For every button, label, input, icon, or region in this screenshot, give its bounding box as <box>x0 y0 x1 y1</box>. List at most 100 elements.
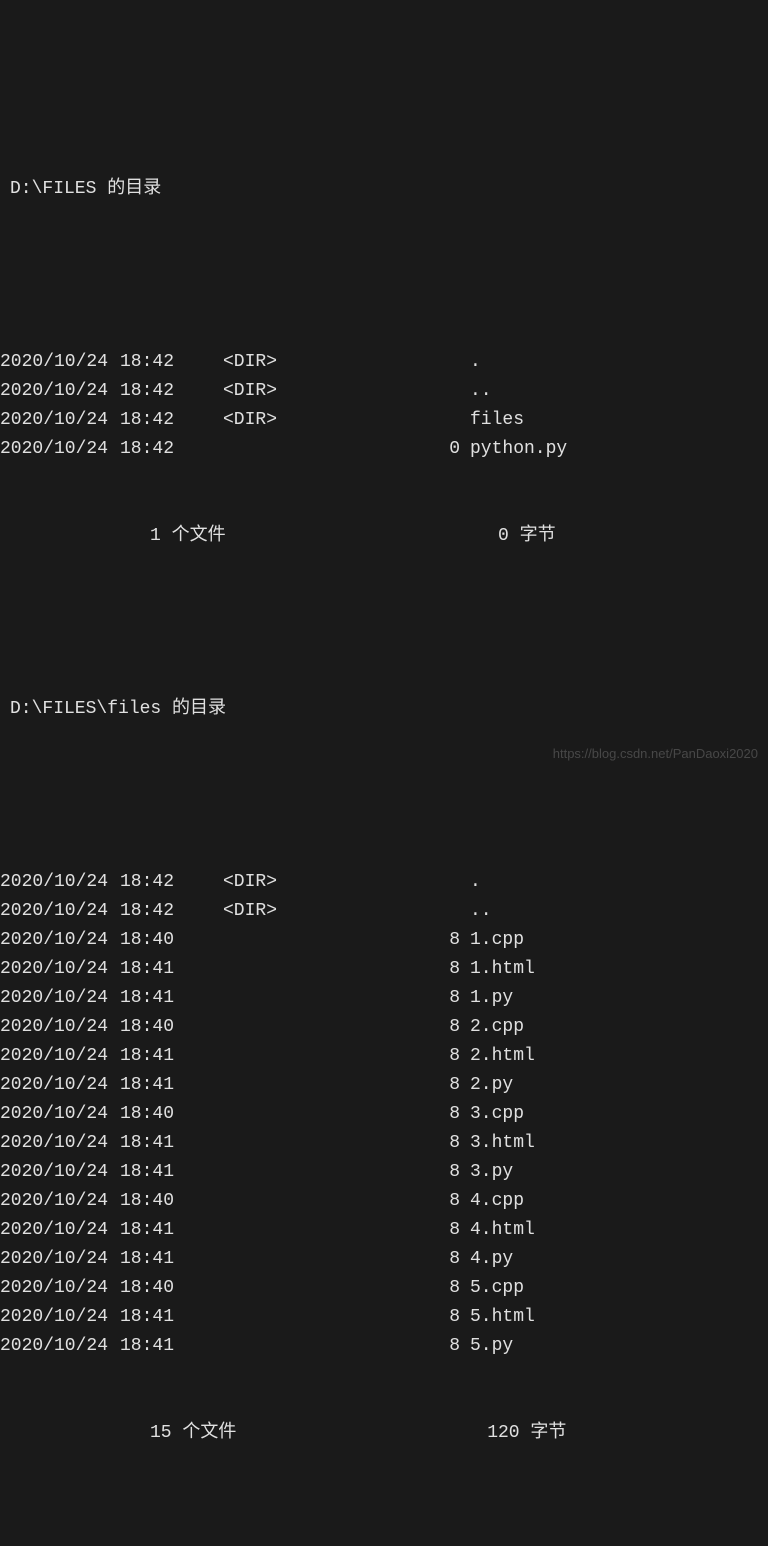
row-time: 18:42 <box>120 897 210 926</box>
file-row: 2020/10/2418:40 85.cpp <box>0 1274 768 1303</box>
summary-files: 15 个文件 <box>0 1423 236 1443</box>
row-date: 2020/10/24 <box>0 1129 120 1158</box>
summary-bytes: 120 字节 <box>236 1419 566 1448</box>
summary-files: 1 个文件 <box>0 526 226 546</box>
row-name: 1.html <box>470 955 535 984</box>
file-row: 2020/10/2418:42 0python.py <box>0 435 768 464</box>
row-time: 18:41 <box>120 1158 210 1187</box>
file-row: 2020/10/2418:42<DIR>. <box>0 348 768 377</box>
file-row: 2020/10/2418:4081.cpp <box>0 926 768 955</box>
file-row: 2020/10/2418:4185.py <box>0 1332 768 1361</box>
file-row: 2020/10/2418:42<DIR>.. <box>0 897 768 926</box>
file-row: 2020/10/2418:42<DIR>files <box>0 406 768 435</box>
row-date: 2020/10/24 <box>0 1216 120 1245</box>
row-time: 18:42 <box>120 868 210 897</box>
row-name: 4.html <box>470 1216 535 1245</box>
row-date: 2020/10/24 <box>0 377 120 406</box>
blank-line <box>0 781 768 810</box>
row-date: 2020/10/24 <box>0 955 120 984</box>
row-dir: <DIR> <box>210 406 290 435</box>
row-time: 18:40 <box>120 1274 210 1303</box>
row-size: 0 <box>290 435 470 464</box>
row-time: 18:42 <box>120 348 210 377</box>
row-size: 8 <box>290 955 470 984</box>
row-date: 2020/10/24 <box>0 1245 120 1274</box>
file-row: 2020/10/2418:41 81.py <box>0 984 768 1013</box>
row-time: 18:41 <box>120 1332 210 1361</box>
row-time: 18:41 <box>120 1303 210 1332</box>
dir-header-1: D:\FILES 的目录 <box>0 175 768 204</box>
row-date: 2020/10/24 <box>0 868 120 897</box>
row-date: 2020/10/24 <box>0 1158 120 1187</box>
row-size: 8 <box>290 1071 470 1100</box>
row-date: 2020/10/24 <box>0 1274 120 1303</box>
row-size: 8 <box>290 1100 470 1129</box>
row-date: 2020/10/24 <box>0 1013 120 1042</box>
file-row: 2020/10/2418:42<DIR>. <box>0 868 768 897</box>
row-name: 2.py <box>470 1071 513 1100</box>
row-name: 5.cpp <box>470 1274 524 1303</box>
summary-line-2: 15 个文件120 字节 <box>0 1419 768 1448</box>
listing-2: 2020/10/2418:42<DIR>.2020/10/2418:42<DIR… <box>0 868 768 1361</box>
row-name: 3.py <box>470 1158 513 1187</box>
row-time: 18:40 <box>120 926 210 955</box>
row-size: 8 <box>290 1332 470 1361</box>
row-name: 2.html <box>470 1042 535 1071</box>
file-row: 2020/10/2418:40 82.cpp <box>0 1013 768 1042</box>
row-time: 18:41 <box>120 1042 210 1071</box>
row-time: 18:41 <box>120 1129 210 1158</box>
row-time: 18:41 <box>120 1216 210 1245</box>
row-date: 2020/10/24 <box>0 1071 120 1100</box>
blank-line <box>0 261 768 290</box>
row-time: 18:42 <box>120 435 210 464</box>
row-name: .. <box>470 897 492 926</box>
file-row: 2020/10/2418:4185.html <box>0 1303 768 1332</box>
file-row: 2020/10/2418:41 84.html <box>0 1216 768 1245</box>
file-row: 2020/10/2418:4183.py <box>0 1158 768 1187</box>
row-size: 8 <box>290 1013 470 1042</box>
row-date: 2020/10/24 <box>0 406 120 435</box>
row-time: 18:40 <box>120 1187 210 1216</box>
row-name: 3.html <box>470 1129 535 1158</box>
row-size: 8 <box>290 1245 470 1274</box>
file-row: 2020/10/2418:4084.cpp <box>0 1187 768 1216</box>
row-date: 2020/10/24 <box>0 1042 120 1071</box>
row-time: 18:41 <box>120 984 210 1013</box>
row-date: 2020/10/24 <box>0 984 120 1013</box>
row-size: 8 <box>290 1042 470 1071</box>
dir-header-2: D:\FILES\files 的目录 <box>0 695 768 724</box>
listing-1: 2020/10/2418:42<DIR>.2020/10/2418:42<DIR… <box>0 348 768 464</box>
terminal-output: D:\FILES 的目录 2020/10/2418:42<DIR>.2020/1… <box>0 115 768 1478</box>
row-name: 2.cpp <box>470 1013 524 1042</box>
row-dir: <DIR> <box>210 348 290 377</box>
summary-bytes: 0 字节 <box>226 522 556 551</box>
row-time: 18:40 <box>120 1013 210 1042</box>
row-time: 18:40 <box>120 1100 210 1129</box>
row-size: 8 <box>290 1303 470 1332</box>
row-date: 2020/10/24 <box>0 1100 120 1129</box>
watermark: https://blog.csdn.net/PanDaoxi2020 <box>553 744 758 765</box>
file-row: 2020/10/2418:41 82.html <box>0 1042 768 1071</box>
row-name: .. <box>470 377 492 406</box>
row-size: 8 <box>290 1216 470 1245</box>
row-name: python.py <box>470 435 567 464</box>
row-dir: <DIR> <box>210 377 290 406</box>
row-time: 18:42 <box>120 406 210 435</box>
row-date: 2020/10/24 <box>0 1332 120 1361</box>
summary-line-1: 1 个文件0 字节 <box>0 522 768 551</box>
row-time: 18:41 <box>120 1071 210 1100</box>
file-row: 2020/10/2418:41 83.html <box>0 1129 768 1158</box>
row-size: 8 <box>290 1187 470 1216</box>
row-date: 2020/10/24 <box>0 435 120 464</box>
row-time: 18:42 <box>120 377 210 406</box>
row-name: . <box>470 348 481 377</box>
row-date: 2020/10/24 <box>0 926 120 955</box>
row-dir: <DIR> <box>210 897 290 926</box>
row-size: 8 <box>290 1274 470 1303</box>
row-date: 2020/10/24 <box>0 1187 120 1216</box>
row-name: 1.py <box>470 984 513 1013</box>
file-row: 2020/10/2418:41 82.py <box>0 1071 768 1100</box>
row-size: 8 <box>290 1129 470 1158</box>
row-date: 2020/10/24 <box>0 1303 120 1332</box>
row-size: 8 <box>290 984 470 1013</box>
